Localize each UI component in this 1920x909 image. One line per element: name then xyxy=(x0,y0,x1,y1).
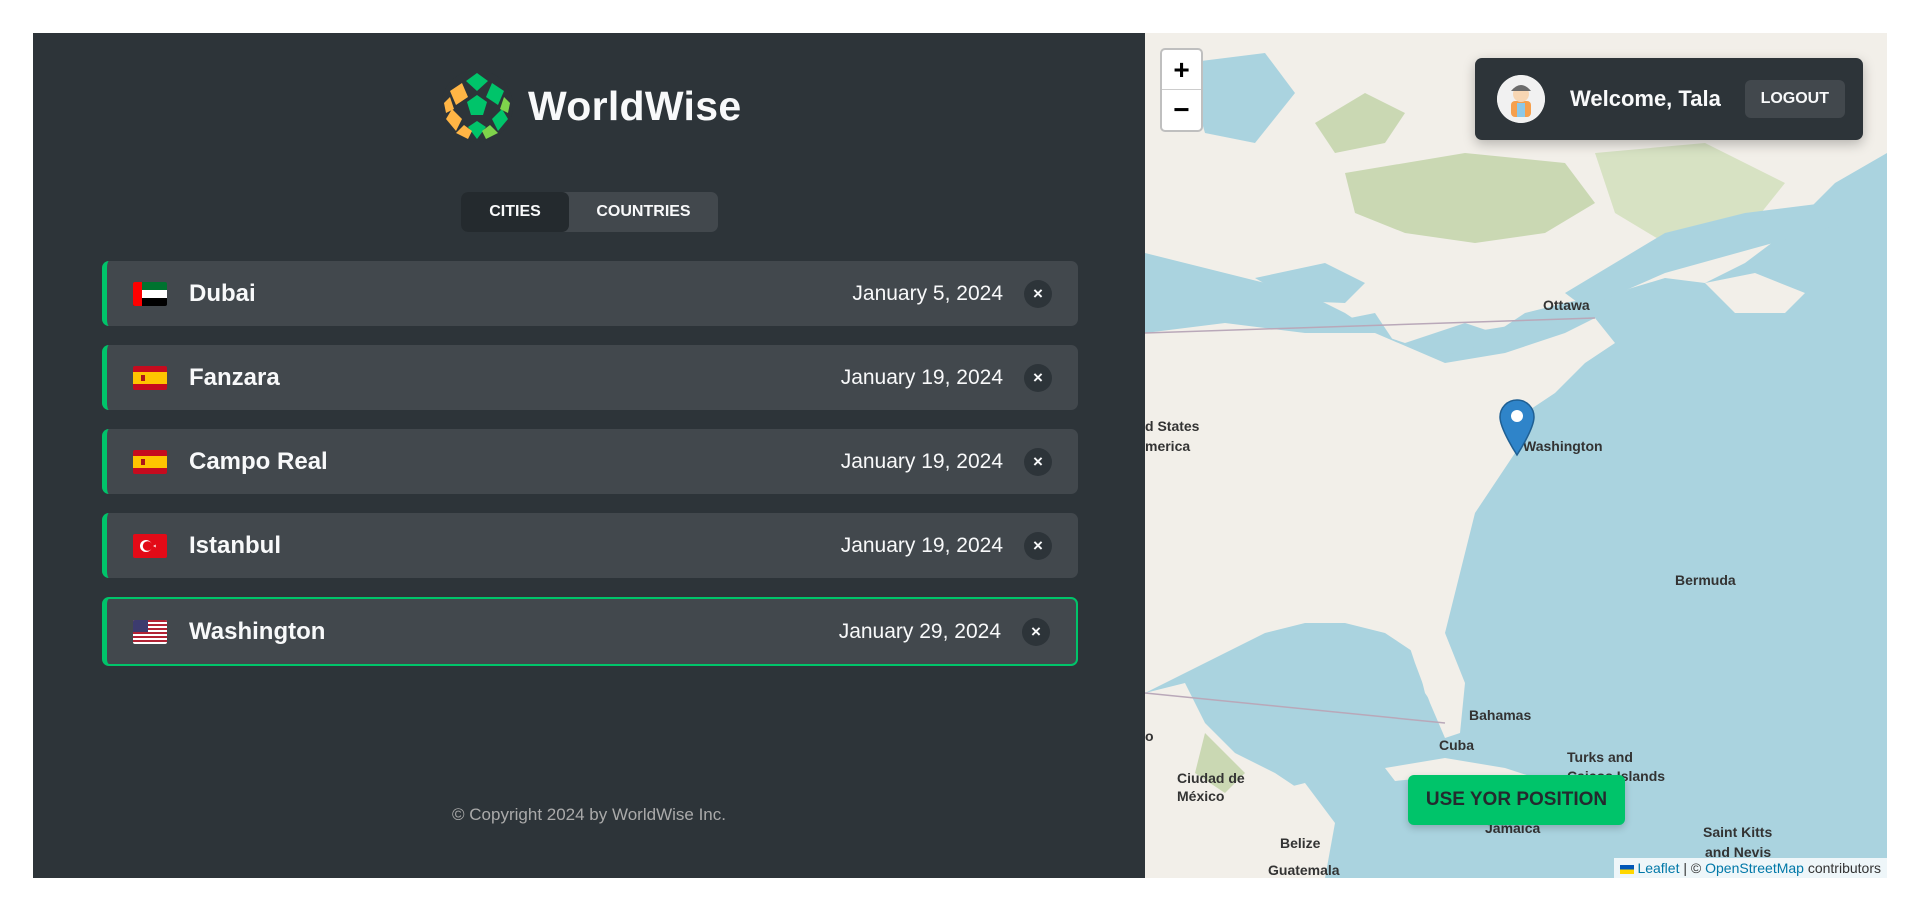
delete-city-button[interactable]: × xyxy=(1024,279,1052,308)
city-date: January 29, 2024 xyxy=(838,619,1001,643)
ukraine-flag-icon xyxy=(1620,864,1635,874)
tab-cities[interactable]: CITIES xyxy=(461,192,569,232)
map-label-ciudad-2: México xyxy=(1177,788,1225,804)
map-container[interactable]: Ottawa Washington d States merica Bermud… xyxy=(1145,33,1887,878)
map-label-guatemala: Guatemala xyxy=(1268,862,1340,878)
attribution-suffix: contributors xyxy=(1803,860,1881,876)
map-label-saint-kitts-1: Saint Kitts xyxy=(1703,824,1773,840)
map-label-cuba: Cuba xyxy=(1439,737,1474,753)
city-item-istanbul[interactable]: Istanbul January 19, 2024 × xyxy=(102,513,1078,578)
delete-city-button[interactable]: × xyxy=(1024,363,1052,392)
city-name: Istanbul xyxy=(189,531,282,559)
es-flag-icon xyxy=(133,365,167,390)
map-label-ottawa: Ottawa xyxy=(1543,297,1590,313)
city-item-dubai[interactable]: Dubai January 5, 2024 × xyxy=(102,261,1078,326)
city-name: Washington xyxy=(189,617,326,645)
us-flag-icon xyxy=(133,619,167,644)
tab-countries[interactable]: COUNTRIES xyxy=(569,192,718,232)
map-label-belize: Belize xyxy=(1280,835,1321,851)
avatar xyxy=(1497,75,1545,123)
welcome-text: Welcome, Tala xyxy=(1570,86,1721,111)
sidebar: WorldWise CITIES COUNTRIES Dubai January… xyxy=(33,33,1145,878)
city-list: Dubai January 5, 2024 × Fanzara January … xyxy=(102,261,1078,685)
copyright-text: © Copyright 2024 by WorldWise Inc. xyxy=(452,805,726,824)
city-date: January 5, 2024 xyxy=(852,281,1003,305)
city-name: Dubai xyxy=(189,279,256,307)
tab-bar: CITIES COUNTRIES xyxy=(461,192,718,232)
city-date: January 19, 2024 xyxy=(840,365,1003,389)
attribution-separator: | © xyxy=(1679,860,1706,876)
delete-city-button[interactable]: × xyxy=(1022,617,1050,646)
city-name: Fanzara xyxy=(189,363,280,391)
use-position-button[interactable]: USE YOR POSITION xyxy=(1408,775,1625,825)
leaflet-link[interactable]: Leaflet xyxy=(1637,860,1679,876)
app-root: WorldWise CITIES COUNTRIES Dubai January… xyxy=(33,33,1887,878)
map-label-bahamas: Bahamas xyxy=(1469,707,1532,723)
map-label-united-states-2: merica xyxy=(1145,438,1191,454)
zoom-in-button[interactable]: + xyxy=(1162,50,1201,90)
delete-city-button[interactable]: × xyxy=(1024,531,1052,560)
city-date: January 19, 2024 xyxy=(840,533,1003,557)
map-label-bermuda: Bermuda xyxy=(1675,572,1736,588)
city-name: Campo Real xyxy=(189,447,328,475)
brand-name: WorldWise xyxy=(528,82,742,129)
zoom-control: + − xyxy=(1160,48,1203,132)
map-label-turks-1: Turks and xyxy=(1567,749,1633,765)
city-item-fanzara[interactable]: Fanzara January 19, 2024 × xyxy=(102,345,1078,410)
es-flag-icon xyxy=(133,449,167,474)
delete-city-button[interactable]: × xyxy=(1024,447,1052,476)
user-avatar-icon xyxy=(1497,75,1545,123)
zoom-out-button[interactable]: − xyxy=(1162,90,1201,130)
map-label-united-states-1: d States xyxy=(1145,418,1200,434)
openstreetmap-link[interactable]: OpenStreetMap xyxy=(1705,860,1804,876)
logo[interactable]: WorldWise xyxy=(440,69,741,143)
map-marker-icon[interactable] xyxy=(1499,399,1535,457)
user-panel: Welcome, Tala LOGOUT xyxy=(1475,58,1863,140)
ae-flag-icon xyxy=(133,281,167,306)
map-label-edge-o: o xyxy=(1145,728,1154,744)
map-label-ciudad-1: Ciudad de xyxy=(1177,770,1245,786)
city-date: January 19, 2024 xyxy=(840,449,1003,473)
city-item-washington[interactable]: Washington January 29, 2024 × xyxy=(102,597,1078,666)
city-item-campo-real[interactable]: Campo Real January 19, 2024 × xyxy=(102,429,1078,494)
worldwise-logo-icon xyxy=(441,70,513,142)
map-attribution: Leaflet | © OpenStreetMap contributors xyxy=(1614,858,1887,878)
logout-button[interactable]: LOGOUT xyxy=(1744,80,1845,118)
tr-flag-icon xyxy=(133,533,167,558)
